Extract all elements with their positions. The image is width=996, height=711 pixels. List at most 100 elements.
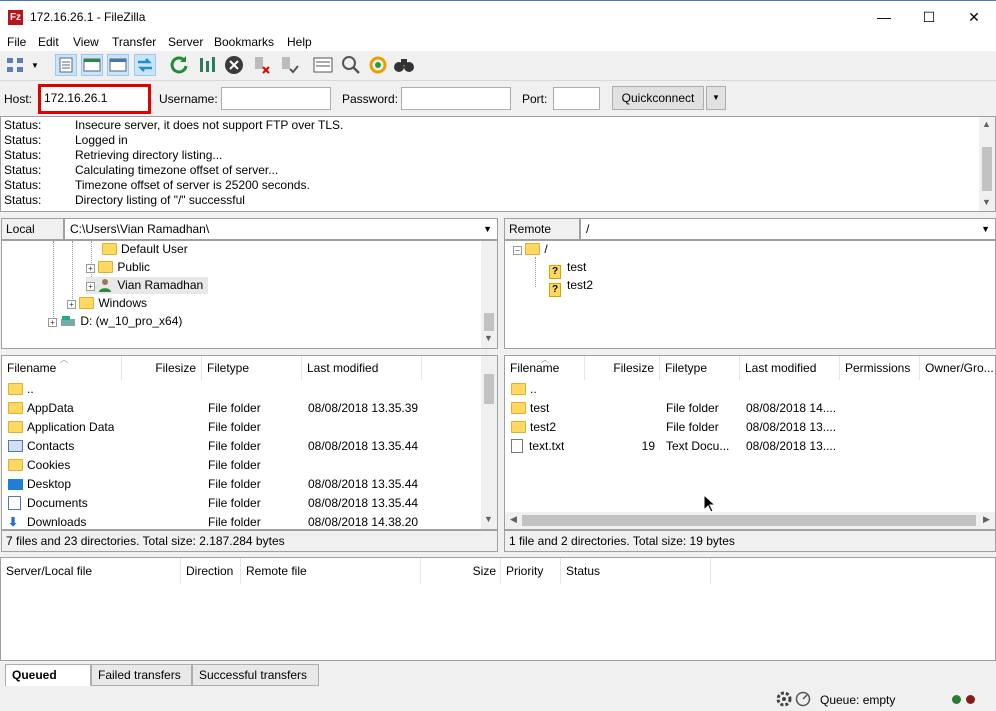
- toggle-message-log-button[interactable]: [55, 54, 77, 76]
- close-button[interactable]: ✕: [951, 1, 996, 33]
- compare-directories-button[interactable]: [340, 54, 362, 76]
- synchronized-browsing-button[interactable]: [367, 54, 389, 76]
- scroll-thumb[interactable]: [982, 147, 992, 191]
- remote-path-input[interactable]: / ▼: [580, 218, 996, 240]
- column-header-filesize[interactable]: Filesize: [122, 356, 202, 380]
- column-header-size[interactable]: Size: [421, 558, 501, 584]
- scroll-down-icon[interactable]: ▼: [484, 333, 493, 343]
- username-input[interactable]: [221, 87, 331, 110]
- column-header-filename[interactable]: Filename: [2, 356, 122, 380]
- file-row[interactable]: Desktop File folder 08/08/2018 13.35.44: [2, 475, 480, 494]
- toggle-remote-tree-button[interactable]: [107, 54, 129, 76]
- local-path-text: C:\Users\Vian Ramadhan\: [70, 222, 210, 236]
- file-row[interactable]: AppData File folder 08/08/2018 13.35.39: [2, 399, 480, 418]
- file-row[interactable]: Contacts File folder 08/08/2018 13.35.44: [2, 437, 480, 456]
- file-row[interactable]: Application Data File folder: [2, 418, 480, 437]
- process-queue-button[interactable]: [196, 54, 218, 76]
- toggle-local-tree-button[interactable]: [81, 54, 103, 76]
- tree-item-selected[interactable]: + Vian Ramadhan: [86, 277, 208, 294]
- tree-item[interactable]: + D: (w_10_pro_x64): [48, 313, 182, 330]
- speed-limit-icon[interactable]: [795, 691, 811, 710]
- scroll-thumb[interactable]: [484, 313, 494, 331]
- file-row[interactable]: test2 File folder 08/08/2018 13....: [505, 418, 995, 437]
- chevron-down-icon[interactable]: ▼: [981, 219, 990, 239]
- menu-server[interactable]: Server: [168, 35, 203, 49]
- menu-transfer[interactable]: Transfer: [112, 35, 156, 49]
- expand-icon[interactable]: +: [48, 318, 57, 327]
- cancel-operation-button[interactable]: [223, 54, 245, 76]
- maximize-button[interactable]: ☐: [906, 1, 952, 33]
- file-row[interactable]: ..: [505, 380, 995, 399]
- tab-queued-files[interactable]: Queued files: [5, 664, 91, 702]
- menu-file[interactable]: File: [7, 35, 26, 49]
- toggle-transfer-queue-button[interactable]: [134, 54, 156, 76]
- file-row[interactable]: Cookies File folder: [2, 456, 480, 475]
- host-input[interactable]: 172.16.26.1: [38, 84, 151, 114]
- tree-item[interactable]: ? test: [549, 259, 586, 279]
- tree-item[interactable]: ? test2: [549, 277, 593, 297]
- file-row[interactable]: Documents File folder 08/08/2018 13.35.4…: [2, 494, 480, 513]
- tab-failed-transfers[interactable]: Failed transfers: [91, 664, 192, 686]
- password-input[interactable]: [401, 87, 511, 110]
- search-remote-files-button[interactable]: [393, 54, 415, 76]
- scroll-left-icon[interactable]: ◀: [510, 514, 517, 525]
- remote-status-bar: 1 file and 2 directories. Total size: 19…: [504, 530, 996, 552]
- tree-item[interactable]: − /: [513, 241, 548, 258]
- file-row[interactable]: ..: [2, 380, 480, 399]
- tree-item[interactable]: Default User: [102, 241, 188, 258]
- scroll-thumb[interactable]: [484, 374, 494, 404]
- log-scrollbar[interactable]: ▲ ▼: [979, 117, 995, 211]
- collapse-icon[interactable]: −: [513, 246, 522, 255]
- gear-icon[interactable]: [776, 691, 792, 710]
- file-row[interactable]: text.txt 19 Text Docu... 08/08/2018 13..…: [505, 437, 995, 456]
- menu-edit[interactable]: Edit: [38, 35, 59, 49]
- menu-view[interactable]: View: [73, 35, 99, 49]
- remote-tree-icon: [109, 58, 127, 72]
- column-header-filetype[interactable]: Filetype: [202, 356, 302, 380]
- expand-icon[interactable]: +: [86, 282, 95, 291]
- directory-listing-filters-button[interactable]: [312, 54, 334, 76]
- scroll-down-icon[interactable]: ▼: [484, 514, 493, 524]
- quickconnect-dropdown[interactable]: ▼: [706, 86, 726, 110]
- column-header-remote-file[interactable]: Remote file: [241, 558, 421, 584]
- reconnect-button[interactable]: [278, 54, 300, 76]
- menu-bookmarks[interactable]: Bookmarks: [214, 35, 274, 49]
- scroll-up-icon[interactable]: ▲: [982, 119, 991, 129]
- column-header-server-local-file[interactable]: Server/Local file: [1, 558, 181, 584]
- site-manager-dropdown[interactable]: ▼: [28, 54, 42, 76]
- column-header-permissions[interactable]: Permissions: [840, 356, 920, 380]
- tree-item[interactable]: + Windows: [67, 295, 147, 312]
- local-list-scrollbar[interactable]: ▼: [481, 356, 497, 529]
- chevron-down-icon: ▼: [31, 60, 39, 70]
- bottom-status-bar: Queue: empty: [0, 687, 996, 711]
- port-input[interactable]: [553, 87, 600, 110]
- refresh-button[interactable]: [168, 54, 190, 76]
- remote-list-hscrollbar[interactable]: ◀ ▶: [505, 512, 995, 529]
- scroll-down-icon[interactable]: ▼: [982, 197, 991, 207]
- column-header-direction[interactable]: Direction: [181, 558, 241, 584]
- site-manager-button[interactable]: [5, 54, 27, 76]
- expand-icon[interactable]: +: [67, 300, 76, 309]
- quickconnect-button[interactable]: Quickconnect: [612, 86, 704, 110]
- minimize-button[interactable]: —: [861, 1, 907, 33]
- column-header-status[interactable]: Status: [561, 558, 711, 584]
- local-tree-scrollbar[interactable]: ▼: [481, 241, 497, 348]
- column-header-last-modified[interactable]: Last modified: [740, 356, 840, 380]
- scroll-right-icon[interactable]: ▶: [983, 514, 990, 525]
- local-path-input[interactable]: C:\Users\Vian Ramadhan\ ▼: [64, 218, 498, 240]
- column-header-owner-group[interactable]: Owner/Gro...: [920, 356, 995, 380]
- tab-successful-transfers[interactable]: Successful transfers: [192, 664, 319, 686]
- chevron-down-icon[interactable]: ▼: [483, 219, 492, 239]
- column-header-last-modified[interactable]: Last modified: [302, 356, 422, 380]
- disconnect-button[interactable]: [251, 54, 273, 76]
- file-row[interactable]: test File folder 08/08/2018 14....: [505, 399, 995, 418]
- tree-item[interactable]: + Public: [86, 259, 150, 276]
- column-header-priority[interactable]: Priority: [501, 558, 561, 584]
- expand-icon[interactable]: +: [86, 264, 95, 273]
- file-row[interactable]: ⬇ Downloads File folder 08/08/2018 14.38.…: [2, 513, 480, 529]
- column-header-filetype[interactable]: Filetype: [660, 356, 740, 380]
- menu-help[interactable]: Help: [287, 35, 312, 49]
- column-header-filename[interactable]: Filename: [505, 356, 585, 380]
- column-header-filesize[interactable]: Filesize: [585, 356, 660, 380]
- scroll-thumb[interactable]: [522, 515, 976, 526]
